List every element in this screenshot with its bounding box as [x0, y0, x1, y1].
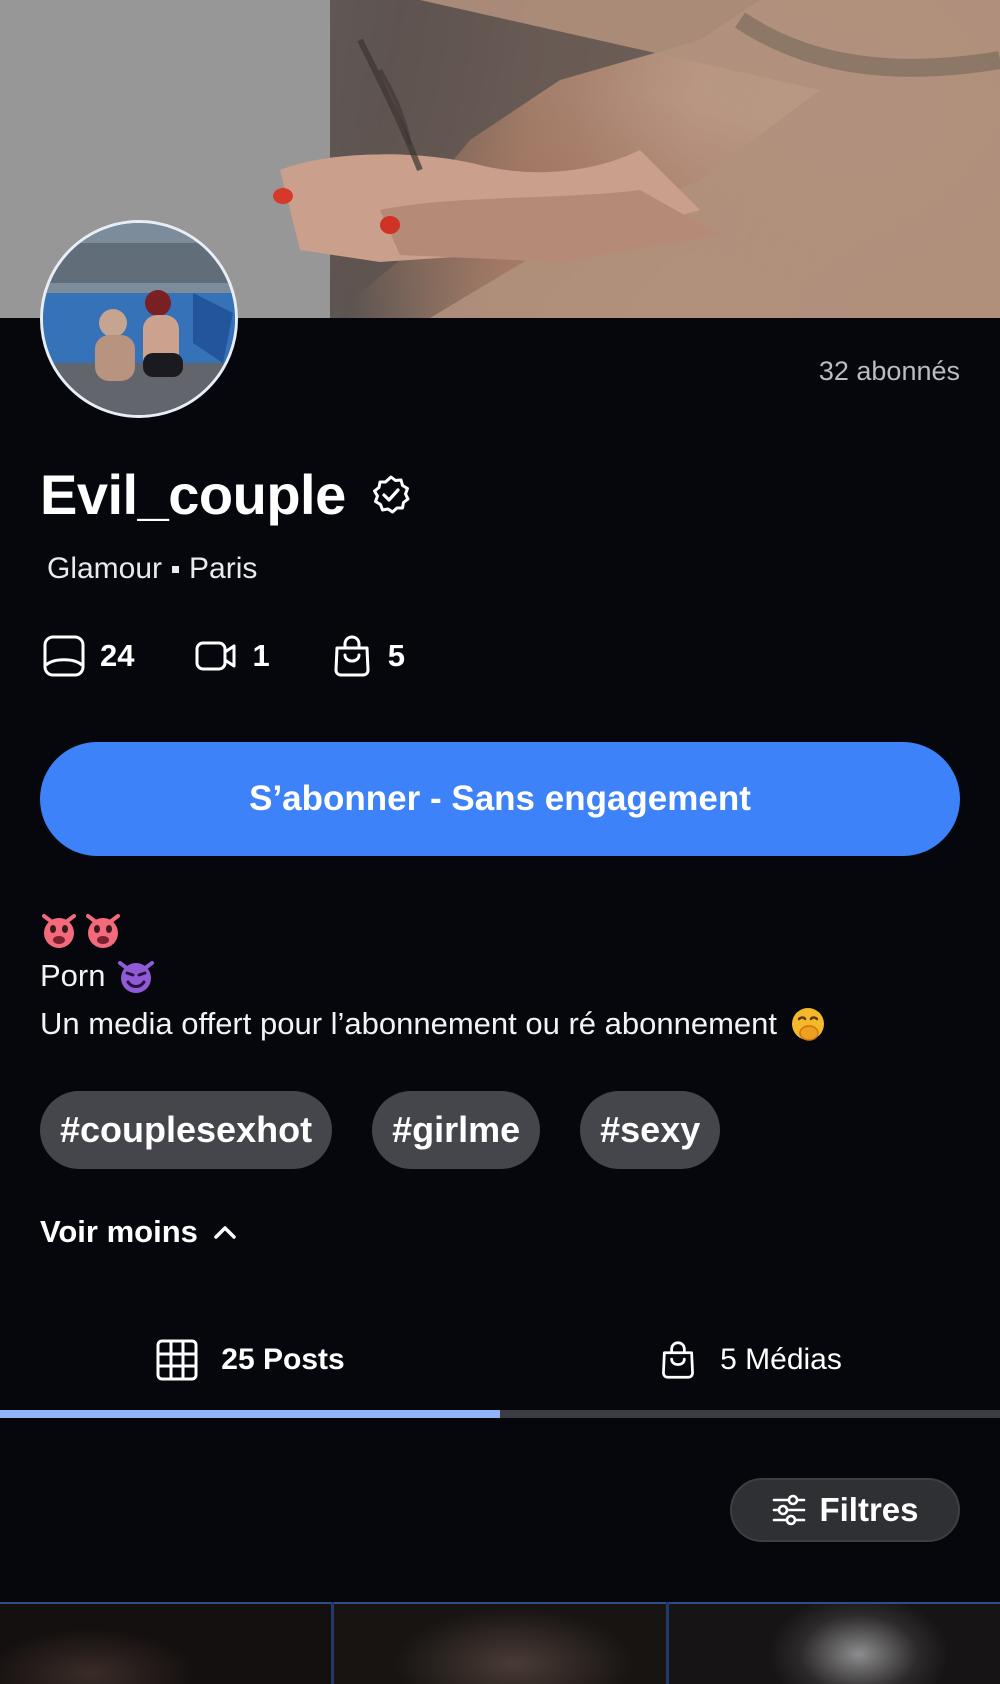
profile-name-row: Evil_couple [40, 462, 412, 527]
tab-posts-label: 25 Posts [221, 1343, 345, 1376]
profile-name: Evil_couple [40, 463, 346, 526]
stat-photos-count: 24 [100, 638, 135, 673]
tab-track [0, 1410, 1000, 1418]
post-thumbnail[interactable] [668, 1602, 1000, 1684]
subscriber-count: 32 abonnés [818, 356, 960, 386]
tag-chip[interactable]: #girlme [372, 1091, 541, 1169]
see-less-toggle[interactable]: Voir moins [40, 1214, 238, 1250]
profile-category: Glamour [47, 552, 163, 585]
profile-meta: Glamour Paris [47, 552, 257, 586]
filters-button[interactable]: Filtres [730, 1478, 960, 1542]
devil-face-emoji-icon [42, 914, 76, 948]
stat-videos-count: 1 [252, 638, 270, 673]
filters-label: Filtres [819, 1491, 919, 1528]
tag-list: #couplesexhot #girlme #sexy [40, 1091, 721, 1169]
photo-icon [42, 634, 86, 678]
bio-line-2-text: Porn [40, 958, 106, 993]
tab-medias[interactable]: 5 Médias [500, 1310, 1000, 1410]
separator-dot [172, 565, 180, 573]
active-tab-indicator [0, 1410, 500, 1418]
sliders-icon [771, 1492, 807, 1528]
subscribe-button[interactable]: S’abonner - Sans engagement [40, 742, 960, 856]
hand-over-mouth-emoji-icon [789, 1005, 827, 1043]
stat-shop-count: 5 [387, 638, 405, 673]
devil-face-emoji-icon [86, 914, 120, 948]
see-less-label: Voir moins [40, 1214, 198, 1249]
bio-line-3: Un media offert pour l’abonnement ou ré … [40, 1000, 960, 1048]
tab-posts[interactable]: 25 Posts [0, 1310, 500, 1410]
posts-grid [0, 1602, 1000, 1684]
video-camera-icon [194, 634, 238, 678]
bio-line-2: Porn [40, 952, 960, 1000]
profile-location: Paris [189, 552, 258, 585]
smiling-devil-emoji-icon [117, 957, 155, 995]
shopping-bag-icon [658, 1339, 698, 1381]
grid-icon [155, 1338, 199, 1382]
tab-medias-label: 5 Médias [720, 1343, 842, 1376]
profile-page: 32 abonnés Evil_couple Glamour Paris 24 [0, 0, 1000, 1684]
stat-photos: 24 [42, 634, 134, 678]
content-tabs: 25 Posts 5 Médias [0, 1310, 1000, 1410]
stat-videos: 1 [194, 634, 270, 678]
bio-line-3-text: Un media offert pour l’abonnement ou ré … [40, 1006, 778, 1041]
tag-chip[interactable]: #couplesexhot [40, 1091, 333, 1169]
bio-emoji-row [40, 910, 960, 952]
post-thumbnail[interactable] [0, 1602, 332, 1684]
chevron-up-icon [212, 1219, 238, 1245]
tag-chip[interactable]: #sexy [580, 1091, 721, 1169]
shopping-bag-icon [330, 634, 374, 678]
verified-badge-icon [370, 474, 412, 516]
avatar[interactable] [40, 220, 238, 418]
stat-shop: 5 [330, 634, 405, 678]
profile-stats: 24 1 5 [42, 634, 465, 678]
profile-bio: Porn Un media offert pour l’abonnement o… [40, 910, 960, 1048]
post-thumbnail[interactable] [334, 1602, 666, 1684]
